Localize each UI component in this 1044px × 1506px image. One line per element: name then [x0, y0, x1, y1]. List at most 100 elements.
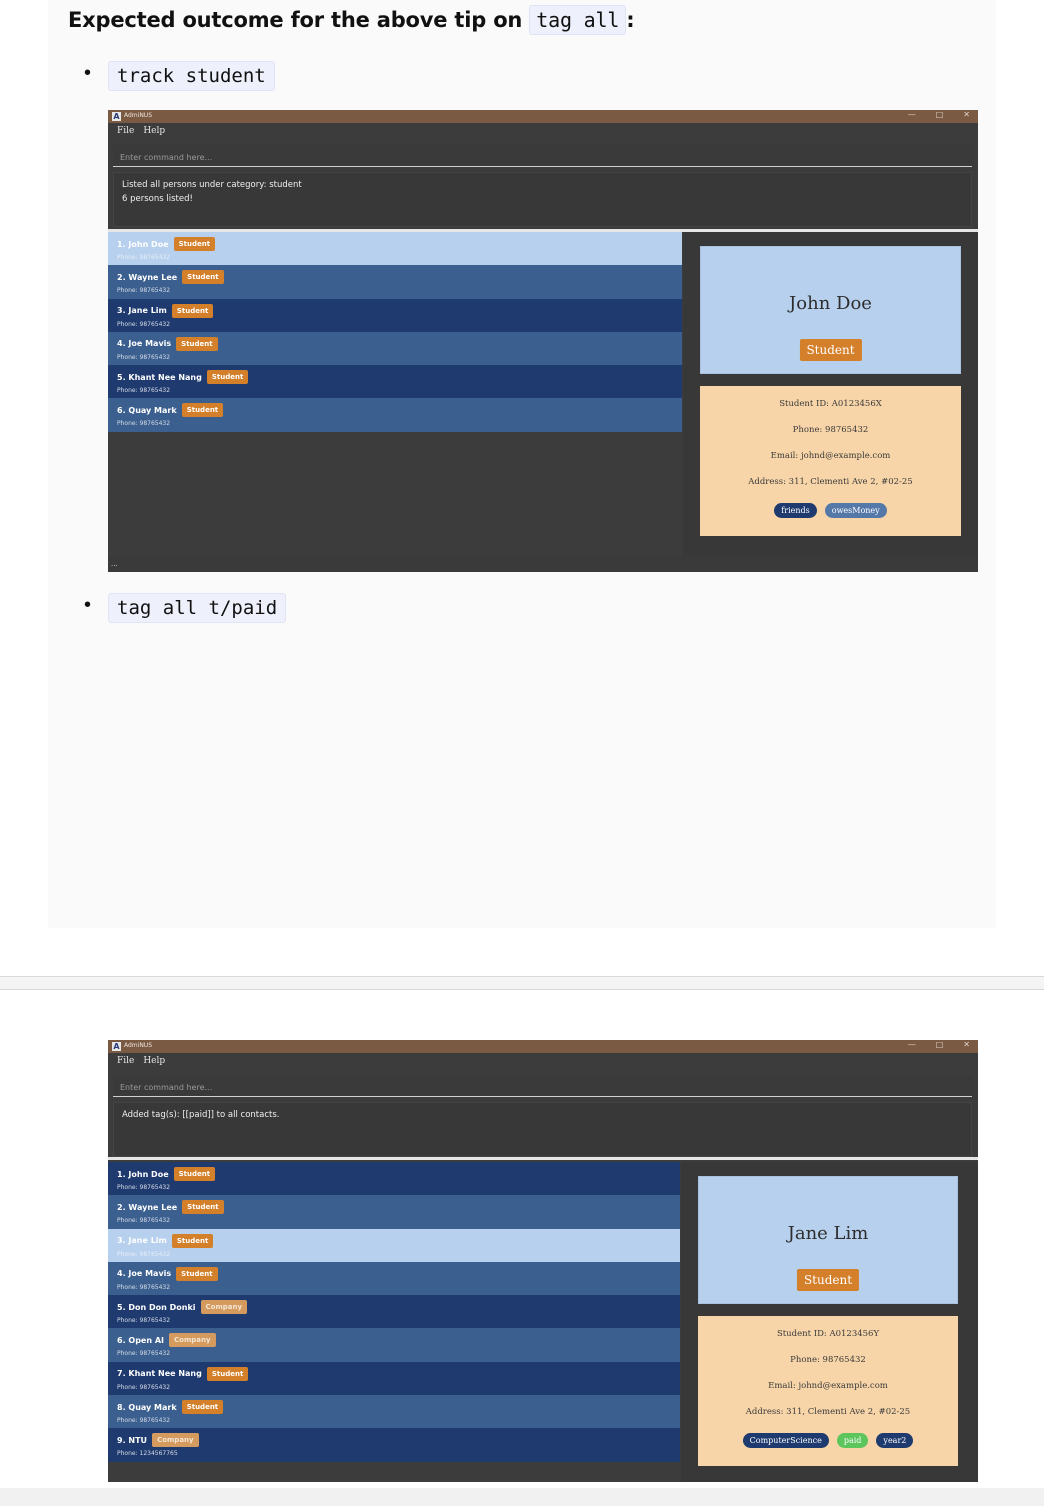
bullet-dot: •	[84, 594, 92, 616]
minimize-icon[interactable]: —	[908, 1040, 916, 1049]
person-name: 9. NTU	[117, 1436, 147, 1445]
close-icon[interactable]: ✕	[963, 1040, 970, 1049]
section-heading: Expected outcome for the above tip on ta…	[68, 5, 635, 35]
person-card[interactable]: 9. NTU Company Phone: 1234567765	[108, 1428, 680, 1462]
person-phone: Phone: 98765432	[117, 420, 171, 428]
person-phone: Phone: 98765432	[117, 1350, 171, 1358]
command-input[interactable]	[113, 147, 972, 168]
person-index: 5.	[117, 1302, 126, 1312]
menu-help[interactable]: Help	[143, 1056, 165, 1069]
person-phone: Phone: 98765432	[117, 320, 171, 328]
app-window-track-student: A AdmiNUS — □ ✕ File Help Listed all per…	[108, 110, 978, 572]
person-card[interactable]: 5. Don Don Donki Company Phone: 98765432	[108, 1295, 680, 1329]
result-display: Added tag(s): [[paid]] to all contacts.	[113, 1102, 972, 1157]
person-card[interactable]: 4. Joe Mavis Student Phone: 98765432	[108, 331, 682, 366]
maximize-icon[interactable]: □	[936, 1040, 944, 1049]
category-tag: Company	[169, 1333, 216, 1348]
detail-tags: ComputerScience paid year2	[698, 1433, 958, 1448]
person-phone: Phone: 98765432	[117, 1250, 171, 1258]
menu-bar: File Help	[108, 1053, 978, 1069]
person-index: 1.	[117, 239, 126, 249]
menu-file[interactable]: File	[117, 1056, 134, 1069]
heading-code: tag all	[529, 5, 627, 35]
section-separator	[0, 976, 1044, 990]
person-index: 5.	[117, 372, 126, 382]
detail-email: Email: johnd@example.com	[770, 451, 891, 461]
person-index: 6.	[117, 405, 126, 415]
person-list: 1. John Doe Student Phone: 98765432 2. Wayn…	[108, 232, 682, 556]
person-index: 9.	[117, 1435, 126, 1445]
person-card[interactable]: 8. Quay Mark Student Phone: 98765432	[108, 1395, 680, 1429]
page-bottom-bar	[0, 1488, 1044, 1506]
person-phone: Phone: 98765432	[117, 287, 171, 295]
person-name-text: Joe Mavis	[128, 1269, 172, 1279]
person-name-text: Jane Lim	[128, 1236, 167, 1246]
heading-colon: :	[626, 8, 635, 32]
person-card[interactable]: 3. Jane Lim Student Phone: 98765432	[108, 1228, 680, 1262]
category-tag: Student	[182, 270, 224, 285]
person-index: 4.	[117, 1269, 126, 1279]
detail-name: John Doe	[789, 293, 872, 314]
person-header: 5. Don Don Donki Company	[117, 1299, 671, 1315]
person-phone: Phone: 98765432	[117, 1417, 171, 1425]
detail-name: Jane Lim	[787, 1223, 869, 1244]
person-card[interactable]: 2. Wayne Lee Student Phone: 98765432	[108, 1195, 680, 1229]
category-tag: Student	[181, 1400, 224, 1415]
person-card[interactable]: 1. John Doe Student Phone: 98765432	[108, 1162, 680, 1196]
person-name: 5. Don Don Donki	[117, 1303, 196, 1312]
tag-pill: year2	[876, 1433, 914, 1448]
menu-help[interactable]: Help	[143, 126, 165, 139]
person-phone: Phone: 1234567765	[117, 1450, 178, 1458]
app-logo-icon: A	[112, 112, 121, 121]
person-name: 2. Wayne Lee	[117, 273, 177, 282]
person-name-text: John Doe	[128, 1169, 169, 1179]
detail-phone: Phone: 98765432	[790, 1355, 866, 1365]
person-phone: Phone: 98765432	[117, 353, 171, 361]
person-header: 3. Jane Lim Student	[117, 303, 673, 319]
person-header: 5. Khant Nee Nang Student	[117, 369, 673, 385]
person-header: 1. John Doe Student	[117, 1166, 671, 1182]
person-name: 6. Open AI	[117, 1336, 164, 1345]
detail-info-card: Student ID: A0123456Y Phone: 98765432 Em…	[698, 1316, 958, 1466]
window-controls: — □ ✕	[908, 110, 970, 119]
command-box	[113, 1075, 972, 1098]
person-header: 3. Jane Lim Student	[117, 1233, 671, 1249]
person-name-text: Khant Nee Nang	[128, 372, 202, 382]
person-header: 9. NTU Company	[117, 1432, 671, 1448]
person-name-text: Jane Lim	[128, 306, 167, 316]
detail-email: Email: johnd@example.com	[768, 1381, 888, 1391]
person-name-text: Wayne Lee	[128, 1202, 178, 1212]
person-card[interactable]: 6. Open AI Company Phone: 98765432	[108, 1328, 680, 1362]
detail-info-card: Student ID: A0123456X Phone: 98765432 Em…	[700, 386, 961, 536]
detail-name-card: John Doe Student	[700, 246, 961, 374]
menu-file[interactable]: File	[117, 126, 134, 139]
person-card[interactable]: 7. Khant Nee Nang Student Phone: 98765432	[108, 1361, 680, 1396]
command-input[interactable]	[113, 1077, 972, 1098]
person-name-text: NTU	[128, 1435, 148, 1445]
detail-student-id: Student ID: A0123456X	[779, 399, 882, 409]
person-header: 7. Khant Nee Nang Student	[117, 1366, 671, 1382]
detail-student-id: Student ID: A0123456Y	[776, 1329, 880, 1339]
command-box	[113, 145, 972, 168]
person-phone: Phone: 98765432	[117, 1283, 171, 1291]
person-name-text: Quay Mark	[128, 405, 177, 415]
category-tag: Student	[171, 303, 214, 318]
close-icon[interactable]: ✕	[963, 110, 970, 119]
person-name: 3. Jane Lim	[117, 1236, 167, 1245]
person-name: 5. Khant Nee Nang	[117, 373, 202, 382]
person-index: 3.	[117, 1236, 126, 1246]
category-tag: Student	[173, 1167, 216, 1181]
minimize-icon[interactable]: —	[908, 110, 916, 119]
person-card[interactable]: 1. John Doe Student Phone: 98765432	[108, 232, 682, 266]
detail-tags: friends owesMoney	[700, 503, 961, 518]
person-name: 8. Quay Mark	[117, 1403, 177, 1412]
person-card[interactable]: 6. Quay Mark Student Phone: 98765432	[108, 398, 682, 432]
person-card[interactable]: 2. Wayne Lee Student Phone: 98765432	[108, 265, 682, 299]
person-header: 4. Joe Mavis Student	[117, 336, 673, 352]
person-card[interactable]: 5. Khant Nee Nang Student Phone: 98765432	[108, 365, 682, 399]
maximize-icon[interactable]: □	[936, 110, 944, 119]
person-name: 6. Quay Mark	[117, 406, 177, 415]
person-card[interactable]: 3. Jane Lim Student Phone: 98765432	[108, 298, 682, 332]
person-header: 8. Quay Mark Student	[117, 1399, 671, 1415]
person-card[interactable]: 4. Joe Mavis Student Phone: 98765432	[108, 1261, 680, 1296]
